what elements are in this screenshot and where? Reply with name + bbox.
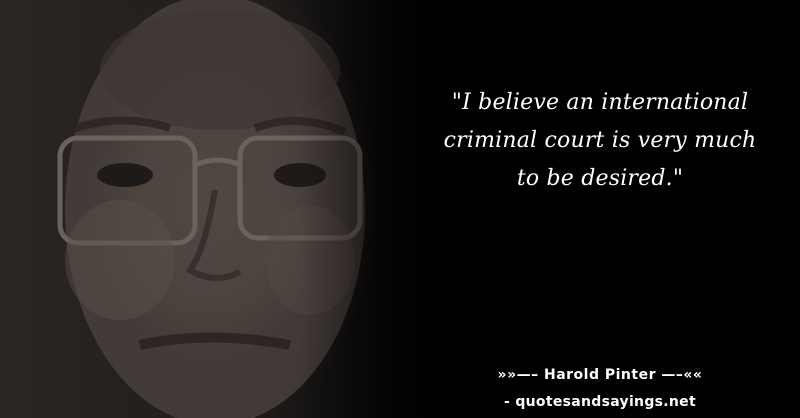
author-line: »»—– Harold Pinter —–«« — [497, 367, 703, 383]
quote-card: "I believe an international criminal cou… — [0, 0, 800, 418]
source-link[interactable]: - quotesandsayings.net — [440, 394, 760, 410]
photo-fade-overlay — [300, 0, 500, 418]
quote-text: "I believe an international criminal cou… — [443, 90, 757, 191]
